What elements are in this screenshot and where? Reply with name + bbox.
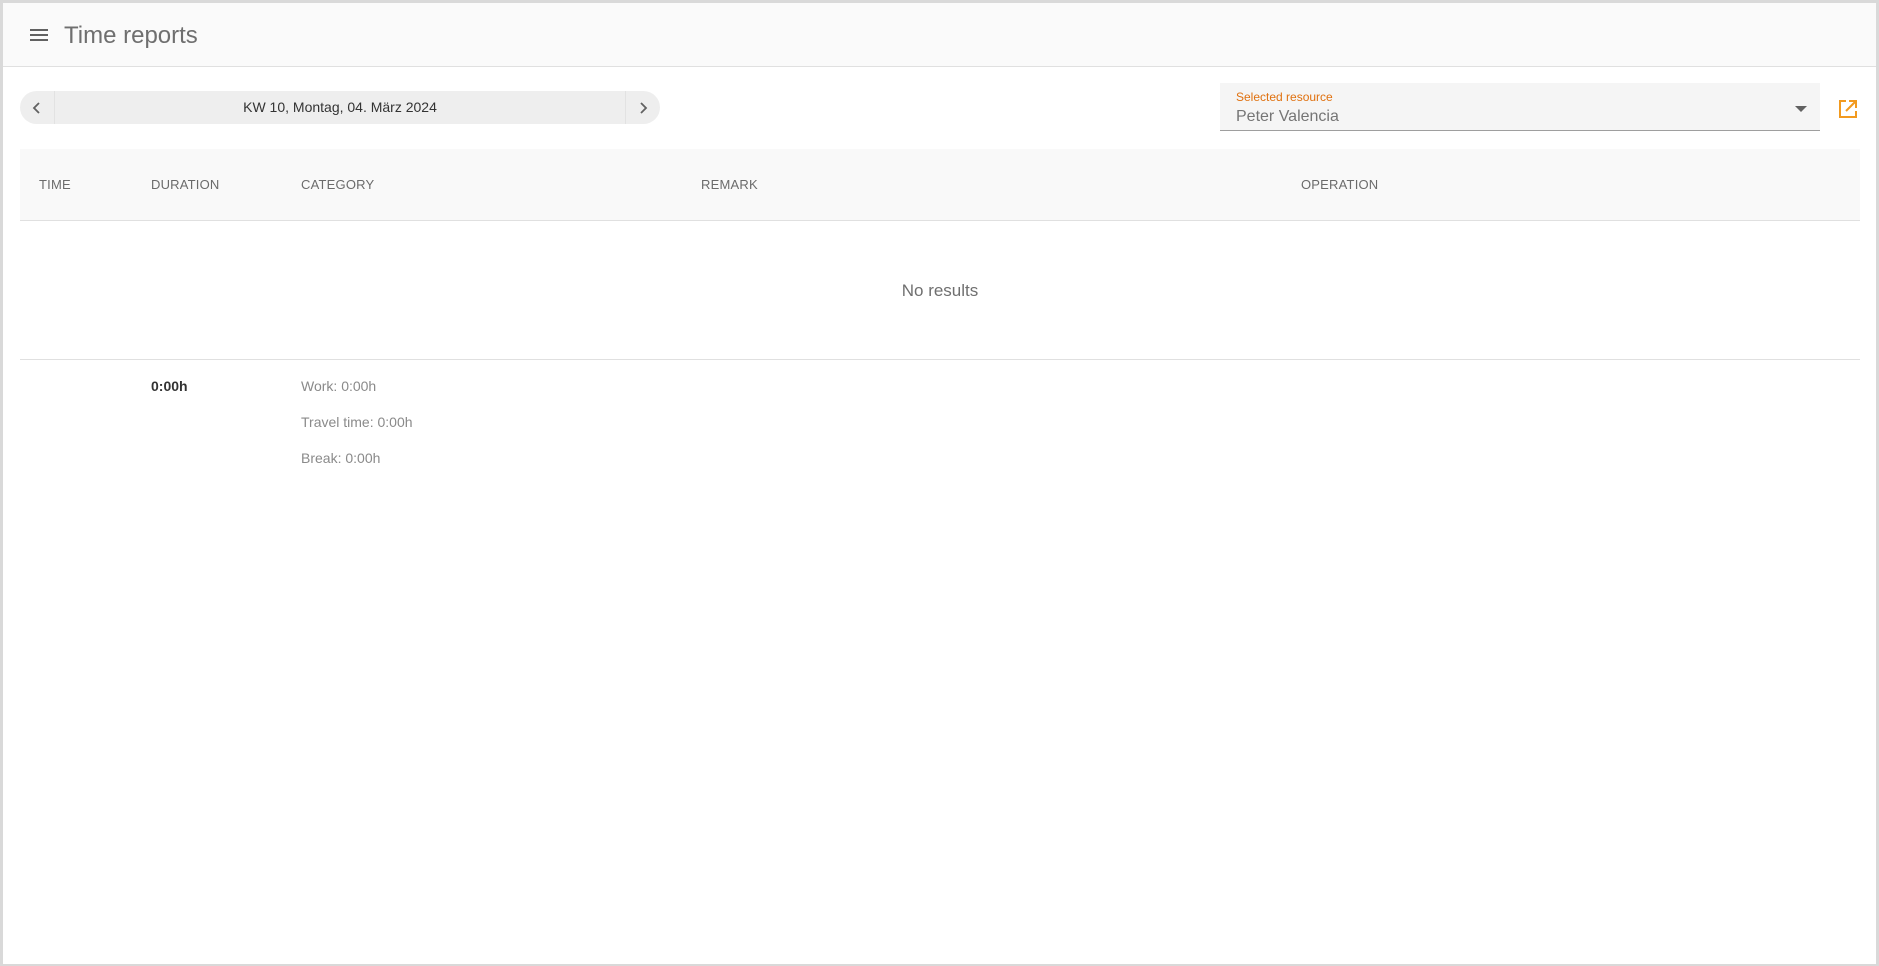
date-label[interactable]: KW 10, Montag, 04. März 2024 xyxy=(54,91,626,124)
resource-select-label: Selected resource xyxy=(1236,90,1333,104)
column-header-remark[interactable]: REMARK xyxy=(701,177,758,192)
table-header: TIME DURATION CATEGORY REMARK OPERATION xyxy=(20,149,1860,221)
chevron-right-icon xyxy=(640,101,648,114)
column-header-duration[interactable]: DURATION xyxy=(151,177,220,192)
open-in-new-icon[interactable] xyxy=(1837,98,1859,120)
resource-select[interactable]: Selected resource Peter Valencia xyxy=(1220,83,1820,131)
date-navigator: KW 10, Montag, 04. März 2024 xyxy=(20,91,660,124)
summary-work: Work: 0:00h xyxy=(301,378,377,394)
app-window: Time reports KW 10, Montag, 04. März 202… xyxy=(3,3,1876,964)
page-title: Time reports xyxy=(64,22,198,49)
hamburger-menu-icon[interactable] xyxy=(25,21,53,49)
column-header-category[interactable]: CATEGORY xyxy=(301,177,374,192)
column-header-operation[interactable]: OPERATION xyxy=(1301,177,1378,192)
chevron-left-icon xyxy=(32,101,40,114)
top-bar: Time reports xyxy=(3,3,1876,67)
empty-state-message: No results xyxy=(20,221,1860,360)
summary-break: Break: 0:00h xyxy=(301,450,381,466)
column-header-time[interactable]: TIME xyxy=(39,177,71,192)
next-day-button[interactable] xyxy=(625,91,660,124)
summary-travel-time: Travel time: 0:00h xyxy=(301,414,413,430)
previous-day-button[interactable] xyxy=(20,91,55,124)
total-duration: 0:00h xyxy=(151,378,188,394)
caret-down-icon xyxy=(1794,101,1808,119)
resource-select-value: Peter Valencia xyxy=(1236,108,1339,125)
